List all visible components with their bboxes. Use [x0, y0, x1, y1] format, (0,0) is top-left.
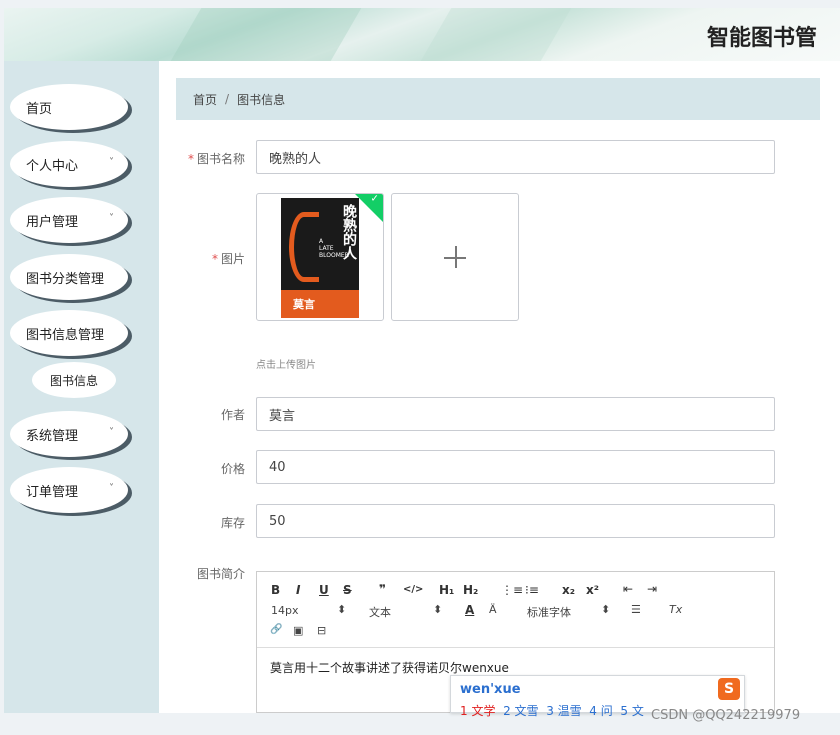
ime-candidates: 1 文学 2 文雪 3 温雪 4 问 5 文 [460, 702, 644, 719]
clear-format-button[interactable]: Tx [669, 603, 682, 616]
author-input[interactable]: 莫言 [256, 397, 775, 431]
chevron-down-icon: ˅ [109, 483, 114, 494]
background-color-button[interactable]: Ä [489, 603, 497, 616]
upload-hint: 点击上传图片 [256, 360, 316, 371]
font-size-select[interactable]: 14px [271, 604, 299, 617]
book-name-input[interactable]: 晚熟的人 [256, 140, 775, 174]
sidebar-item-label: 个人中心 [26, 158, 79, 174]
stock-value: 50 [269, 513, 286, 529]
sidebar-item-label: 图书分类管理 [26, 271, 105, 287]
plus-icon [444, 246, 468, 270]
header-decoration [405, 8, 583, 61]
align-button[interactable]: ☰ [631, 603, 641, 616]
text-format-select[interactable]: 文本 [369, 604, 391, 620]
upload-image-button[interactable] [391, 193, 519, 321]
breadcrumb-current: 图书信息 [237, 92, 286, 107]
stock-label: 库存 [220, 516, 245, 530]
underline-button[interactable]: U [319, 583, 329, 597]
chevron-down-icon: ˅ [109, 157, 114, 168]
author-label: 作者 [220, 408, 245, 422]
bold-button[interactable]: B [271, 583, 280, 597]
ime-candidate[interactable]: 3 温雪 [546, 704, 581, 718]
image-icon[interactable]: ▣ [293, 624, 303, 637]
sidebar-item-label: 图书信息管理 [26, 327, 105, 343]
heading2-button[interactable]: H₂ [463, 583, 478, 597]
intro-label: 图书简介 [196, 567, 245, 581]
required-mark: * [187, 152, 194, 166]
uploaded-image-thumbnail[interactable]: 晚熟的人 A LATE BLOOMER 莫言 ✓ [256, 193, 384, 321]
sidebar-item-label: 订单管理 [26, 484, 79, 500]
header-decoration [155, 8, 373, 61]
sidebar-item-home[interactable]: 首页 [10, 84, 128, 130]
sidebar-item-order-management[interactable]: 订单管理 ˅ [10, 467, 128, 513]
ime-candidate[interactable]: 2 文雪 [503, 704, 538, 718]
code-block-button[interactable]: </> [403, 584, 423, 595]
text-color-button[interactable]: A [465, 603, 474, 617]
subscript-button[interactable]: x₂ [562, 583, 575, 597]
price-value: 40 [269, 459, 286, 475]
superscript-button[interactable]: x² [586, 583, 599, 597]
app-header: 智能图书管 [4, 8, 840, 61]
strike-button[interactable]: S [343, 583, 352, 597]
book-name-value: 晚熟的人 [269, 151, 322, 167]
book-cover-image: 晚熟的人 A LATE BLOOMER 莫言 [281, 198, 359, 318]
sidebar-subitem-book-info[interactable]: 图书信息 [32, 362, 116, 398]
sidebar-item-system-management[interactable]: 系统管理 ˅ [10, 411, 128, 457]
cover-english-title: A LATE BLOOMER [319, 238, 349, 259]
breadcrumb-separator: / [225, 92, 230, 106]
chevron-down-icon: ˅ [109, 213, 114, 224]
video-icon[interactable]: ⊟ [317, 624, 326, 637]
app-title: 智能图书管 [707, 25, 818, 51]
watermark: CSDN @QQ242219979 [651, 708, 801, 723]
breadcrumb-home[interactable]: 首页 [193, 91, 217, 108]
dropdown-arrow-icon: ⬍ [433, 603, 443, 616]
image-label: * 图片 [211, 252, 245, 266]
dropdown-arrow-icon: ⬍ [601, 603, 611, 616]
bullet-list-button[interactable]: ⁝≡ [525, 583, 539, 597]
check-icon: ✓ [370, 193, 379, 205]
editor-toolbar: B I U S ❞ </> H₁ H₂ ⋮≡ ⁝≡ x₂ x² ⇤ ⇥ 14px… [257, 572, 774, 648]
ime-candidate[interactable]: 4 问 [589, 704, 612, 718]
author-value: 莫言 [269, 408, 296, 424]
stock-input[interactable]: 50 [256, 504, 775, 538]
ime-candidate[interactable]: 1 文学 [460, 704, 495, 718]
breadcrumb: 首页 / 图书信息 [176, 78, 820, 120]
price-input[interactable]: 40 [256, 450, 775, 484]
dropdown-arrow-icon: ⬍ [337, 603, 347, 616]
indent-button[interactable]: ⇥ [647, 582, 657, 596]
rich-text-editor[interactable]: B I U S ❞ </> H₁ H₂ ⋮≡ ⁝≡ x₂ x² ⇤ ⇥ 14px… [256, 571, 775, 718]
outdent-button[interactable]: ⇤ [623, 582, 633, 596]
ime-candidate[interactable]: 5 文 [620, 704, 643, 718]
sidebar-item-user-management[interactable]: 用户管理 ˅ [10, 197, 128, 243]
ordered-list-button[interactable]: ⋮≡ [501, 583, 523, 597]
cover-decoration [289, 212, 319, 282]
link-icon[interactable]: 🔗 [270, 624, 282, 635]
italic-button[interactable]: I [296, 583, 300, 597]
book-name-label: * 图书名称 [187, 152, 245, 166]
required-mark: * [211, 252, 218, 266]
sidebar-item-label: 系统管理 [26, 428, 79, 444]
font-family-select[interactable]: 标准字体 [527, 604, 571, 620]
ime-pinyin: wen'xue [460, 682, 521, 697]
sidebar-item-label: 用户管理 [26, 214, 79, 230]
sidebar-item-book-info-management[interactable]: 图书信息管理 [10, 310, 128, 356]
sidebar-item-label: 首页 [26, 101, 53, 117]
price-label: 价格 [220, 462, 245, 476]
sogou-logo-icon: S [718, 678, 740, 700]
editor-content[interactable]: 莫言用十二个故事讲述了获得诺贝尔wenxue [270, 659, 509, 676]
chevron-down-icon: ˅ [109, 427, 114, 438]
sidebar-subitem-label: 图书信息 [49, 373, 98, 388]
blockquote-button[interactable]: ❞ [379, 582, 386, 596]
sidebar-item-personal-center[interactable]: 个人中心 ˅ [10, 141, 128, 187]
sidebar-item-category-management[interactable]: 图书分类管理 [10, 254, 128, 300]
cover-author: 莫言 [293, 298, 315, 311]
heading1-button[interactable]: H₁ [439, 583, 454, 597]
